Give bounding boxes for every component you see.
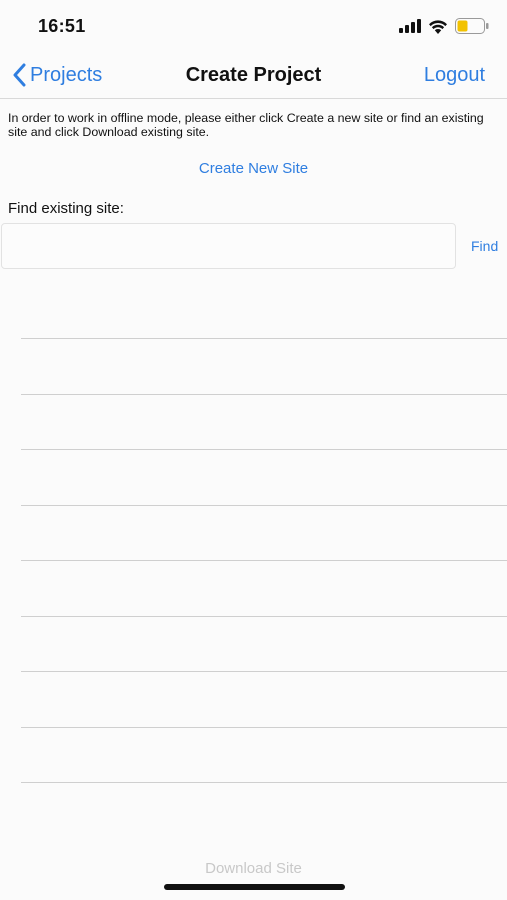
status-time: 16:51 — [38, 16, 86, 36]
list-item[interactable] — [0, 728, 507, 783]
logout-button[interactable]: Logout — [424, 64, 485, 87]
status-icons — [399, 17, 489, 35]
create-new-site-button[interactable]: Create New Site — [0, 160, 507, 177]
status-bar: 16:51 — [0, 0, 507, 52]
download-site-button[interactable]: Download Site — [0, 860, 507, 877]
find-site-input[interactable] — [1, 223, 456, 269]
cellular-signal-icon — [399, 19, 421, 33]
navigation-bar: Projects Create Project Logout — [0, 52, 507, 99]
row-divider — [21, 782, 507, 783]
battery-low-icon — [455, 18, 489, 34]
find-button[interactable]: Find — [471, 238, 498, 254]
find-site-label: Find existing site: — [8, 200, 124, 217]
list-item[interactable] — [0, 562, 507, 617]
home-indicator[interactable] — [164, 884, 345, 890]
list-item[interactable] — [0, 506, 507, 561]
back-to-projects-button[interactable]: Projects — [12, 60, 102, 90]
list-item[interactable] — [0, 395, 507, 450]
back-button-label: Projects — [30, 63, 103, 86]
site-results-list[interactable] — [0, 284, 507, 784]
list-item[interactable] — [0, 617, 507, 672]
offline-instructions-text: In order to work in offline mode, please… — [8, 111, 484, 139]
chevron-left-icon — [13, 63, 26, 87]
list-item[interactable] — [0, 284, 507, 339]
list-item[interactable] — [0, 451, 507, 506]
wifi-icon — [429, 19, 447, 34]
list-item[interactable] — [0, 673, 507, 728]
list-item[interactable] — [0, 340, 507, 395]
